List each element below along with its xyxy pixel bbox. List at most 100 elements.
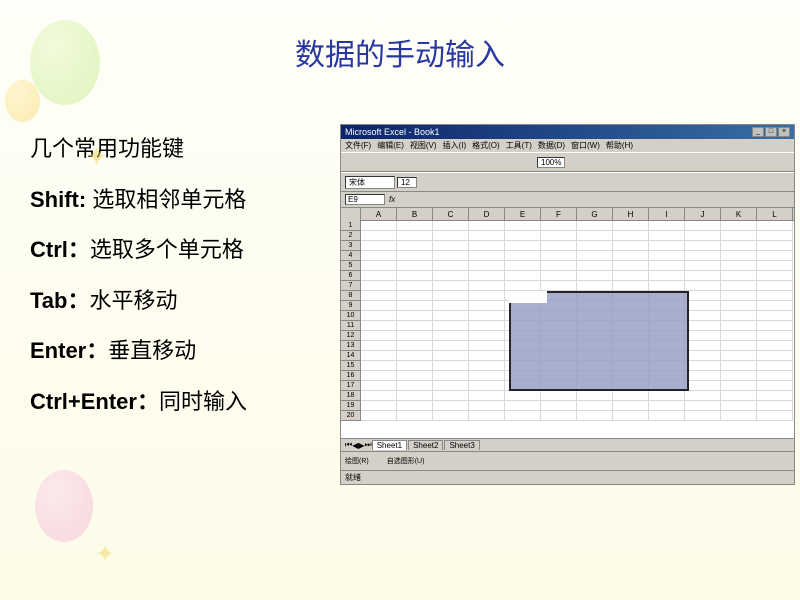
- cell[interactable]: [577, 261, 613, 271]
- cell[interactable]: [505, 241, 541, 251]
- cell[interactable]: [433, 301, 469, 311]
- redo-icon[interactable]: [473, 155, 487, 169]
- cell[interactable]: [433, 341, 469, 351]
- cell[interactable]: [469, 341, 505, 351]
- cell[interactable]: [721, 331, 757, 341]
- cell[interactable]: [505, 411, 541, 421]
- chart-icon[interactable]: [521, 155, 535, 169]
- cell[interactable]: [397, 281, 433, 291]
- cell[interactable]: [469, 241, 505, 251]
- cell[interactable]: [469, 221, 505, 231]
- row-header[interactable]: 14: [341, 351, 361, 361]
- row-header[interactable]: 13: [341, 341, 361, 351]
- paste-icon[interactable]: [441, 155, 455, 169]
- col-header[interactable]: J: [685, 208, 721, 220]
- cell[interactable]: [649, 261, 685, 271]
- cell[interactable]: [361, 221, 397, 231]
- cell[interactable]: [613, 391, 649, 401]
- cell[interactable]: [577, 391, 613, 401]
- font-selector[interactable]: 宋体: [345, 176, 395, 189]
- borders-icon[interactable]: [547, 175, 561, 189]
- cell[interactable]: [541, 221, 577, 231]
- cell[interactable]: [361, 401, 397, 411]
- cell[interactable]: [469, 301, 505, 311]
- cell[interactable]: [433, 291, 469, 301]
- wordart-icon[interactable]: [506, 454, 520, 468]
- fx-icon[interactable]: fx: [389, 195, 395, 204]
- menu-item[interactable]: 编辑(E): [377, 140, 404, 151]
- save-icon[interactable]: [377, 155, 391, 169]
- cell[interactable]: [361, 271, 397, 281]
- cell[interactable]: [505, 401, 541, 411]
- cell[interactable]: [685, 251, 721, 261]
- fontsize-selector[interactable]: 12: [397, 177, 417, 188]
- cell[interactable]: [757, 261, 793, 271]
- cell[interactable]: [397, 311, 433, 321]
- bold-icon[interactable]: [419, 175, 433, 189]
- cell[interactable]: [577, 231, 613, 241]
- cell[interactable]: [757, 281, 793, 291]
- row-header[interactable]: 8: [341, 291, 361, 301]
- cell[interactable]: [433, 401, 469, 411]
- cell[interactable]: [721, 381, 757, 391]
- cell[interactable]: [433, 331, 469, 341]
- row-header[interactable]: 19: [341, 401, 361, 411]
- align-left-icon[interactable]: [467, 175, 481, 189]
- zoom-box[interactable]: 100%: [537, 157, 565, 168]
- new-icon[interactable]: [345, 155, 359, 169]
- menu-item[interactable]: 数据(D): [538, 140, 565, 151]
- draw-menu[interactable]: 绘图(R): [345, 456, 369, 466]
- tab-nav-last-icon[interactable]: ⏭: [365, 440, 372, 450]
- currency-icon[interactable]: [515, 175, 529, 189]
- cell[interactable]: [361, 301, 397, 311]
- cell[interactable]: [433, 271, 469, 281]
- cell[interactable]: [433, 391, 469, 401]
- cell[interactable]: [685, 271, 721, 281]
- cell[interactable]: [721, 411, 757, 421]
- cell[interactable]: [469, 391, 505, 401]
- cell[interactable]: [649, 271, 685, 281]
- cell[interactable]: [757, 371, 793, 381]
- cell[interactable]: [721, 371, 757, 381]
- cell[interactable]: [757, 251, 793, 261]
- cell[interactable]: [505, 261, 541, 271]
- cell[interactable]: [541, 391, 577, 401]
- cell[interactable]: [397, 231, 433, 241]
- cell[interactable]: [721, 261, 757, 271]
- row-header[interactable]: 1: [341, 221, 361, 231]
- cell[interactable]: [469, 381, 505, 391]
- cell[interactable]: [685, 401, 721, 411]
- cell[interactable]: [469, 311, 505, 321]
- cell[interactable]: [541, 241, 577, 251]
- cell[interactable]: [397, 241, 433, 251]
- cell[interactable]: [577, 401, 613, 411]
- cell[interactable]: [649, 251, 685, 261]
- cell[interactable]: [505, 271, 541, 281]
- cell[interactable]: [433, 231, 469, 241]
- cell[interactable]: [433, 251, 469, 261]
- maximize-button[interactable]: □: [765, 127, 777, 137]
- cell[interactable]: [433, 321, 469, 331]
- cell[interactable]: [361, 321, 397, 331]
- cell[interactable]: [721, 241, 757, 251]
- cell[interactable]: [541, 261, 577, 271]
- col-header[interactable]: I: [649, 208, 685, 220]
- cell[interactable]: [361, 261, 397, 271]
- cell[interactable]: [685, 341, 721, 351]
- cell[interactable]: [433, 411, 469, 421]
- cell[interactable]: [685, 391, 721, 401]
- row-header[interactable]: 5: [341, 261, 361, 271]
- cell[interactable]: [685, 331, 721, 341]
- cell[interactable]: [469, 401, 505, 411]
- cell[interactable]: [721, 221, 757, 231]
- cell[interactable]: [685, 411, 721, 421]
- cell[interactable]: [721, 281, 757, 291]
- pointer-icon[interactable]: [371, 454, 385, 468]
- cell[interactable]: [685, 231, 721, 241]
- cell[interactable]: [397, 401, 433, 411]
- cell[interactable]: [685, 261, 721, 271]
- cell[interactable]: [397, 381, 433, 391]
- cell[interactable]: [361, 281, 397, 291]
- select-all-corner[interactable]: [341, 208, 361, 221]
- cell[interactable]: [685, 241, 721, 251]
